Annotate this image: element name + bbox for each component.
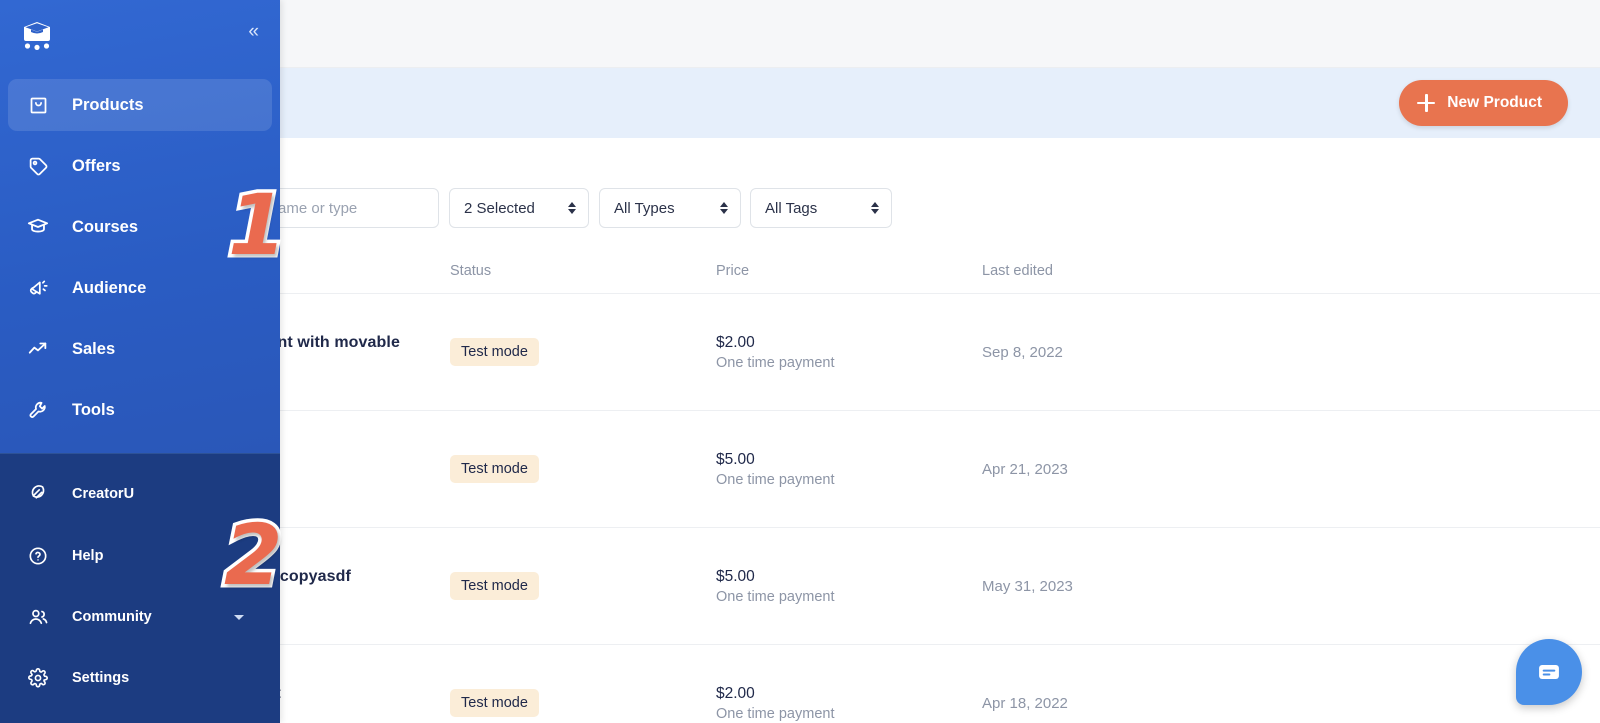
app-logo[interactable] bbox=[18, 16, 56, 54]
sidebar-item-label: Courses bbox=[72, 217, 139, 236]
cell-price: $2.00 One time payment bbox=[716, 685, 982, 722]
chevron-down-icon[interactable] bbox=[234, 614, 244, 620]
sidebar-item-label: Audience bbox=[72, 278, 147, 297]
product-price: $5.00 bbox=[716, 567, 755, 585]
select-types-label: All Types bbox=[614, 199, 675, 217]
people-icon bbox=[26, 605, 50, 629]
gear-icon bbox=[26, 666, 50, 690]
product-price-note: One time payment bbox=[716, 588, 835, 605]
chevron-updown-icon bbox=[568, 202, 576, 214]
chat-widget-button[interactable] bbox=[1516, 639, 1582, 705]
product-price: $5.00 bbox=[716, 450, 755, 468]
select-status-label: 2 Selected bbox=[464, 199, 535, 217]
sidebar: « Products Offers Courses Audience Sales… bbox=[0, 0, 280, 723]
cell-price: $5.00 One time payment bbox=[716, 568, 982, 605]
new-product-button[interactable]: New Product bbox=[1399, 80, 1568, 126]
cell-last-edited: Apr 21, 2023 bbox=[982, 460, 1068, 478]
sidebar-item-label: Offers bbox=[72, 156, 121, 175]
annotation-marker-1: 1 bbox=[224, 176, 290, 274]
product-price: $2.00 bbox=[716, 333, 755, 351]
plus-icon bbox=[1417, 94, 1436, 112]
app-root: New Product 2 Selected All Types All Tag… bbox=[0, 0, 1600, 723]
sidebar-item-label: Settings bbox=[72, 670, 130, 686]
cell-last-edited: May 31, 2023 bbox=[982, 577, 1073, 595]
product-price-note: One time payment bbox=[716, 354, 835, 371]
sidebar-item-label: Help bbox=[72, 548, 104, 564]
product-price-note: One time payment bbox=[716, 705, 835, 722]
chevron-updown-icon bbox=[871, 202, 879, 214]
sidebar-item-label: Community bbox=[72, 609, 152, 625]
cell-last-edited: Sep 8, 2022 bbox=[982, 343, 1063, 361]
cell-status: Test mode bbox=[450, 689, 716, 717]
sidebar-item-label: Sales bbox=[72, 339, 116, 358]
chevron-updown-icon bbox=[720, 202, 728, 214]
column-header-price[interactable]: Price bbox=[716, 263, 982, 279]
cell-status: Test mode bbox=[450, 338, 716, 366]
select-tags-filter[interactable]: All Tags bbox=[750, 188, 892, 228]
cell-price: $2.00 One time payment bbox=[716, 334, 982, 371]
select-types-filter[interactable]: All Types bbox=[599, 188, 741, 228]
sidebar-item-settings[interactable]: Settings bbox=[8, 655, 272, 701]
cart-logo-icon bbox=[24, 22, 50, 50]
column-header-last-edited[interactable]: Last edited bbox=[982, 263, 1282, 279]
sidebar-item-label: Tools bbox=[72, 400, 115, 419]
status-badge: Test mode bbox=[450, 455, 539, 483]
product-price: $2.00 bbox=[716, 684, 755, 702]
select-tags-label: All Tags bbox=[765, 199, 818, 217]
graduation-cap-icon bbox=[26, 215, 50, 239]
cell-status: Test mode bbox=[450, 572, 716, 600]
megaphone-icon bbox=[26, 276, 50, 300]
cell-price: $5.00 One time payment bbox=[716, 451, 982, 488]
sidebar-item-sales[interactable]: Sales bbox=[8, 323, 272, 375]
column-header-status[interactable]: Status bbox=[450, 263, 716, 279]
new-product-label: New Product bbox=[1447, 94, 1542, 111]
sidebar-item-products[interactable]: Products bbox=[8, 79, 272, 131]
cell-last-edited: Apr 18, 2022 bbox=[982, 694, 1068, 712]
collapse-sidebar-button[interactable]: « bbox=[248, 22, 259, 41]
status-badge: Test mode bbox=[450, 689, 539, 717]
status-badge: Test mode bbox=[450, 572, 539, 600]
creatoru-icon bbox=[26, 482, 50, 506]
sidebar-item-label: Products bbox=[72, 95, 144, 114]
question-circle-icon bbox=[26, 544, 50, 568]
shopping-bag-icon bbox=[26, 93, 50, 117]
annotation-marker-2: 2 bbox=[220, 506, 286, 604]
sidebar-item-tools[interactable]: Tools bbox=[8, 384, 272, 436]
cell-status: Test mode bbox=[450, 455, 716, 483]
select-status-filter[interactable]: 2 Selected bbox=[449, 188, 589, 228]
wrench-icon bbox=[26, 398, 50, 422]
chat-bubble-icon bbox=[1539, 665, 1559, 679]
sidebar-item-label: CreatorU bbox=[72, 486, 135, 502]
product-price-note: One time payment bbox=[716, 471, 835, 488]
trending-up-icon bbox=[26, 337, 50, 361]
status-badge: Test mode bbox=[450, 338, 539, 366]
tag-icon bbox=[26, 154, 50, 178]
